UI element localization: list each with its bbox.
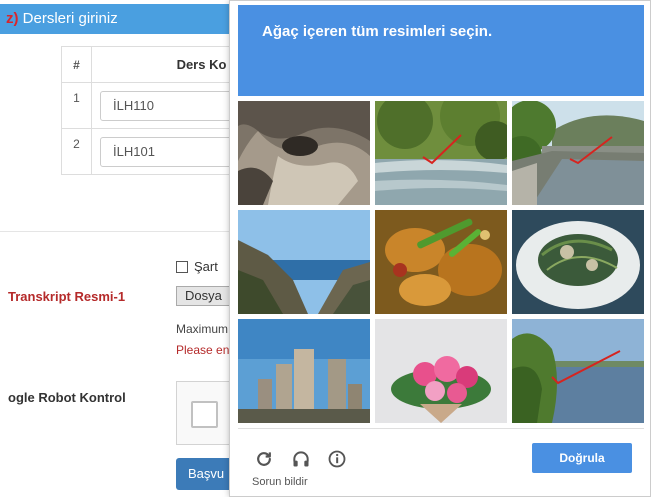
condition-label: Şart — [194, 259, 218, 274]
canal-trees-image — [512, 101, 644, 205]
recaptcha-checkbox[interactable] — [191, 401, 218, 428]
captcha-tile-mountain-coast[interactable] — [238, 210, 370, 314]
report-problem-link[interactable]: Sorun bildir — [252, 476, 308, 488]
row-index: 1 — [61, 82, 92, 129]
captcha-tile-salad-plate[interactable] — [512, 210, 644, 314]
please-warning-text: Please en — [176, 343, 230, 357]
section-title: Dersleri giriniz — [22, 10, 118, 27]
captcha-tile-flower-bouquet[interactable] — [375, 319, 507, 423]
transcript-label: Transkript Resmi-1 — [8, 289, 126, 304]
captcha-tile-canal-trees[interactable] — [512, 101, 644, 205]
section-header: z) Dersleri giriniz — [0, 4, 240, 34]
flower-bouquet-image — [375, 319, 507, 423]
instruction-text: içeren tüm resimleri seçin. — [298, 23, 493, 40]
condition-checkbox-row[interactable]: Şart — [176, 259, 218, 274]
headphones-icon[interactable] — [289, 447, 313, 471]
captcha-instruction-header: Ağaç içeren tüm resimleri seçin. — [238, 5, 644, 96]
food-plate-image — [375, 210, 507, 314]
captcha-image-grid — [238, 101, 644, 423]
captcha-tile-lake-trees[interactable] — [512, 319, 644, 423]
captcha-tile-food-plate[interactable] — [375, 210, 507, 314]
rock-cave-image — [238, 101, 370, 205]
reload-icon[interactable] — [252, 447, 276, 471]
captcha-tile-river-trees[interactable] — [375, 101, 507, 205]
robot-check-label: ogle Robot Kontrol — [8, 390, 126, 405]
mountain-coast-image — [238, 210, 370, 314]
max-size-text: Maximum — [176, 322, 229, 336]
lake-trees-image — [512, 319, 644, 423]
captcha-challenge-popup: Ağaç içeren tüm resimleri seçin. Sorun b… — [229, 0, 651, 497]
index-column-header: # — [61, 46, 92, 83]
captcha-tile-city-skyscrapers[interactable] — [238, 319, 370, 423]
required-mark: z) — [6, 10, 19, 27]
salad-plate-image — [512, 210, 644, 314]
river-trees-image — [375, 101, 507, 205]
recaptcha-widget — [176, 381, 236, 445]
section-divider — [0, 231, 240, 232]
condition-checkbox[interactable] — [176, 260, 188, 273]
captcha-footer: Sorun bildir Doğrula — [238, 428, 644, 488]
captcha-tile-rock-cave[interactable] — [238, 101, 370, 205]
city-skyscrapers-image — [238, 319, 370, 423]
file-choose-button[interactable]: Dosya — [176, 286, 236, 306]
verify-button[interactable]: Doğrula — [532, 443, 632, 473]
info-icon[interactable] — [325, 447, 349, 471]
instruction-keyword: Ağaç — [262, 23, 299, 40]
apply-button[interactable]: Başvu — [176, 458, 236, 490]
row-index: 2 — [61, 128, 92, 175]
